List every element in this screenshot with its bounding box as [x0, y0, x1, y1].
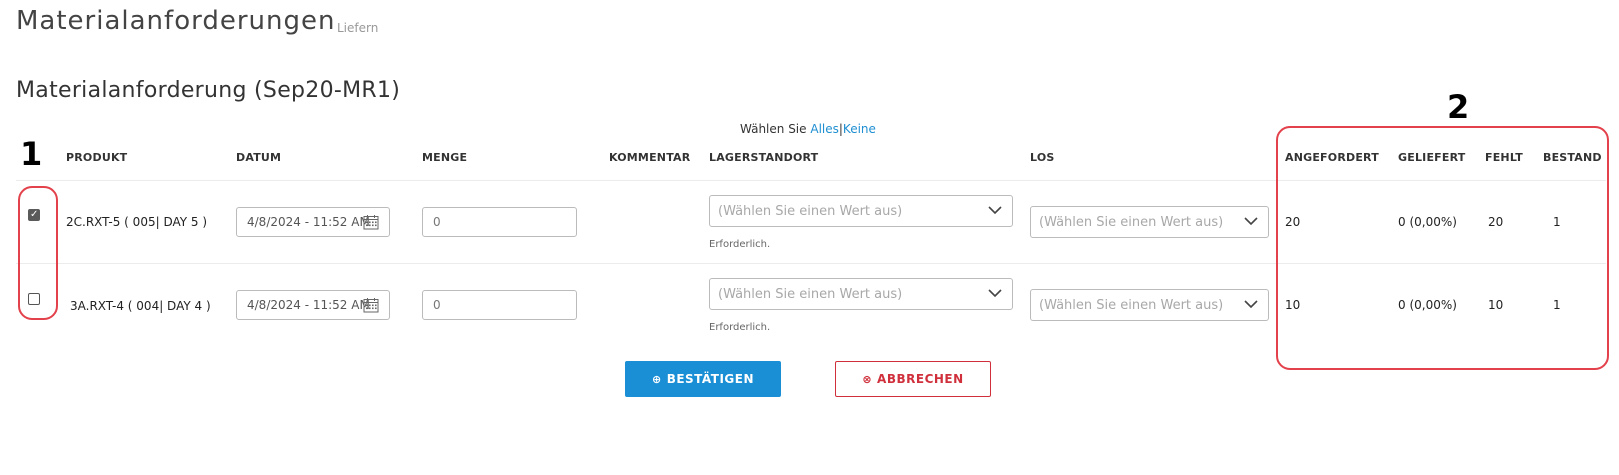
- lot-placeholder: (Wählen Sie einen Wert aus): [1039, 215, 1224, 230]
- col-header-datum: DATUM: [236, 151, 282, 164]
- required-note: Erforderlich.: [709, 322, 771, 333]
- col-header-menge: MENGE: [422, 151, 468, 164]
- required-note: Erforderlich.: [709, 239, 771, 250]
- quantity-value: 0: [433, 298, 441, 312]
- page-subtitle: Liefern: [337, 21, 379, 35]
- date-input[interactable]: 4/8/2024 - 11:52 AM: [236, 290, 390, 320]
- quantity-input[interactable]: 0: [422, 290, 577, 320]
- location-placeholder: (Wählen Sie einen Wert aus): [718, 287, 903, 302]
- location-placeholder: (Wählen Sie einen Wert aus): [718, 204, 903, 219]
- location-select[interactable]: (Wählen Sie einen Wert aus): [709, 278, 1013, 310]
- calendar-icon[interactable]: [363, 214, 379, 230]
- section-title: Materialanforderung (Sep20-MR1): [16, 78, 401, 103]
- annotation-box-2: [1276, 126, 1609, 370]
- col-header-kommentar: KOMMENTAR: [609, 151, 691, 164]
- select-prefix: Wählen Sie: [740, 122, 807, 136]
- lot-select[interactable]: (Wählen Sie einen Wert aus): [1030, 289, 1269, 321]
- date-value: 4/8/2024 - 11:52 AM: [247, 215, 370, 229]
- annotation-label-1: 1: [20, 135, 43, 173]
- cancel-label: ABBRECHEN: [877, 372, 964, 386]
- plus-circle-icon: ⊕: [651, 372, 662, 386]
- chevron-down-icon: [1244, 300, 1258, 309]
- col-header-produkt: PRODUKT: [66, 151, 128, 164]
- cancel-button[interactable]: ⊗ ABBRECHEN: [835, 361, 991, 397]
- chevron-down-icon: [988, 206, 1002, 215]
- select-all-link[interactable]: Alles: [810, 122, 839, 136]
- select-none-link[interactable]: Keine: [843, 122, 876, 136]
- annotation-label-2: 2: [1447, 88, 1470, 126]
- calendar-icon[interactable]: [363, 297, 379, 313]
- annotation-box-1: [18, 186, 58, 320]
- quantity-input[interactable]: 0: [422, 207, 577, 237]
- lot-placeholder: (Wählen Sie einen Wert aus): [1039, 298, 1224, 313]
- confirm-button[interactable]: ⊕ BESTÄTIGEN: [625, 361, 781, 397]
- date-input[interactable]: 4/8/2024 - 11:52 AM: [236, 207, 390, 237]
- lot-select[interactable]: (Wählen Sie einen Wert aus): [1030, 206, 1269, 238]
- date-value: 4/8/2024 - 11:52 AM: [247, 298, 370, 312]
- quantity-value: 0: [433, 215, 441, 229]
- select-all-none: Wählen Sie Alles|Keine: [740, 122, 876, 136]
- col-header-lagerstandort: LAGERSTANDORT: [709, 151, 819, 164]
- product-name: 3A.RXT-4 ( 004| DAY 4 ): [70, 299, 211, 313]
- x-circle-icon: ⊗: [862, 372, 873, 386]
- location-select[interactable]: (Wählen Sie einen Wert aus): [709, 195, 1013, 227]
- chevron-down-icon: [988, 289, 1002, 298]
- chevron-down-icon: [1244, 217, 1258, 226]
- product-name: 2C.RXT-5 ( 005| DAY 5 ): [66, 215, 208, 229]
- page-title: Materialanforderungen: [16, 6, 336, 36]
- confirm-label: BESTÄTIGEN: [666, 372, 755, 386]
- col-header-los: LOS: [1030, 151, 1055, 164]
